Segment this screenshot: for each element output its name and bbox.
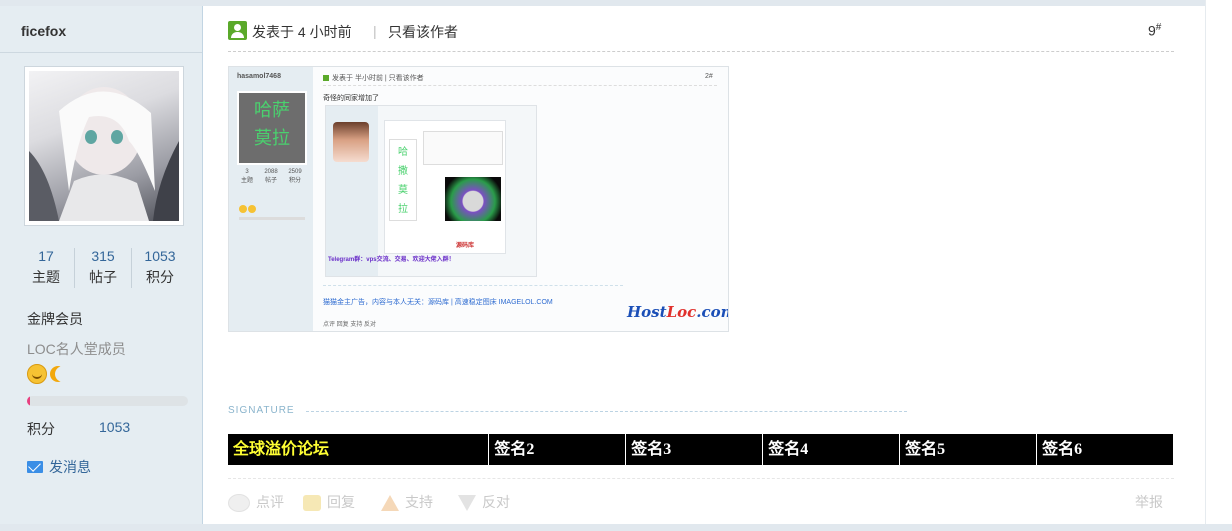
send-message-link[interactable]: 发消息 <box>27 457 91 477</box>
embedded-stat-label: 积分 <box>288 178 301 184</box>
embedded-nested-post: 哈 撒 莫 拉 Telegram群：vps交流、交易、欢迎大佬入群！ 源码库 <box>325 105 537 277</box>
reply-label: 回复 <box>327 494 355 510</box>
header-separator: | <box>373 23 377 39</box>
hostloc-watermark: HostLoc.com <box>627 303 728 321</box>
nested-highlight: 源码库 <box>456 243 475 249</box>
level-progress-fill <box>27 396 31 406</box>
signature-link-4[interactable]: 签名4 <box>762 434 899 465</box>
post-time: 发表于 4 小时前 <box>252 24 352 40</box>
nested-avatar-char: 拉 <box>398 204 408 215</box>
custom-title: LOC名人堂成员 <box>27 341 126 357</box>
embedded-stat-label: 帖子 <box>264 178 277 184</box>
oppose-button[interactable]: 反对 <box>458 492 510 512</box>
embedded-user-icon <box>323 75 329 81</box>
embedded-avatar-text-2: 莫拉 <box>254 128 290 149</box>
stat-posts-label: 帖子 <box>89 269 117 285</box>
level-progress-bar <box>27 396 188 406</box>
signature-bar: 全球溢价论坛 签名2 签名3 签名4 签名5 签名6 <box>228 434 1173 465</box>
user-rank[interactable]: 金牌会员 <box>27 309 83 329</box>
embedded-floor: 2# <box>705 73 713 80</box>
stat-threads-label: 主题 <box>32 269 60 285</box>
sidebar-divider <box>0 52 202 53</box>
nested-avatar <box>333 122 369 162</box>
signature-link-1[interactable]: 全球溢价论坛 <box>228 434 488 465</box>
comment-button[interactable]: 点评 <box>228 492 284 513</box>
nested-post-body: 哈 撒 莫 拉 <box>384 120 506 254</box>
stat-credits-value: 1053 <box>144 248 176 264</box>
support-button[interactable]: 支持 <box>381 492 433 512</box>
credits-label: 积分 <box>27 421 55 437</box>
nested-quote-box <box>423 131 503 165</box>
nested-sidebar <box>326 106 378 276</box>
brand-part: Host <box>627 303 667 321</box>
embedded-signature-line <box>323 285 623 286</box>
view-author-only-link[interactable]: 只看该作者 <box>388 22 458 42</box>
right-gutter <box>1205 0 1232 531</box>
user-stats: 17 主题 315 帖子 1053 积分 <box>18 246 190 294</box>
thumbs-down-icon <box>458 495 476 512</box>
envelope-icon <box>27 461 43 473</box>
comment-label: 点评 <box>256 494 284 510</box>
thumbs-up-icon <box>381 495 399 512</box>
actions-divider <box>228 478 1174 479</box>
stat-credits[interactable]: 1053 积分 <box>132 246 188 288</box>
embedded-post-text: 奇怪的同家增加了 <box>323 95 379 102</box>
moon-medal-icon[interactable] <box>55 366 71 382</box>
embedded-header: 发表于 半小时前 | 只看该作者 <box>323 73 424 83</box>
nested-avatar-char: 哈 <box>398 147 408 158</box>
signature-label: SIGNATURE <box>228 405 295 416</box>
smiley-medal-icon[interactable] <box>27 364 47 384</box>
floor-number[interactable]: 9# <box>1148 22 1161 39</box>
nested-avatar-char: 莫 <box>398 185 408 196</box>
signature-link-3[interactable]: 签名3 <box>625 434 762 465</box>
embedded-avatar-text-1: 哈萨 <box>254 100 290 121</box>
author-name[interactable]: ficefox <box>21 23 66 39</box>
brand-part: Loc <box>666 303 697 321</box>
embedded-username: hasamol7468 <box>237 73 281 80</box>
brand-part: .com <box>696 303 728 321</box>
support-label: 支持 <box>405 494 433 510</box>
post-screenshot-image[interactable]: hasamol7468 哈萨 莫拉 3 2088 2509 主题 帖子 积分 发表于 半… <box>228 66 729 332</box>
comment-icon <box>228 494 250 513</box>
reply-button[interactable]: 回复 <box>303 492 355 512</box>
embedded-stat-label: 主题 <box>240 178 253 184</box>
reply-icon <box>303 495 321 512</box>
embedded-medals <box>239 205 247 213</box>
avatar-image <box>29 71 179 221</box>
credits-value[interactable]: 1053 <box>99 419 130 435</box>
send-message-label: 发消息 <box>49 459 91 475</box>
stat-credits-label: 积分 <box>146 269 174 285</box>
embedded-header-text: 发表于 半小时前 | 只看该作者 <box>332 75 424 82</box>
signature-link-5[interactable]: 签名5 <box>899 434 1036 465</box>
embedded-progress <box>239 217 305 220</box>
author-sidebar: ficefox 17 主题 315 帖子 1053 积分 金牌会员 LOC名人堂… <box>0 6 203 524</box>
avatar[interactable] <box>24 66 184 226</box>
stat-posts-value: 315 <box>91 248 115 264</box>
medals <box>27 364 71 386</box>
header-divider <box>228 51 1174 52</box>
floor-mark: # <box>1155 22 1162 33</box>
signature-link-2[interactable]: 签名2 <box>488 434 625 465</box>
signature-link-6[interactable]: 签名6 <box>1036 434 1173 465</box>
stat-posts[interactable]: 315 帖子 <box>75 246 131 288</box>
signature-divider <box>306 411 907 412</box>
embedded-sidebar: hasamol7468 哈萨 莫拉 3 2088 2509 主题 帖子 积分 <box>229 67 313 331</box>
nested-cat-image <box>445 177 501 221</box>
stat-threads-value: 17 <box>38 248 54 264</box>
user-icon <box>228 21 247 40</box>
stat-threads[interactable]: 17 主题 <box>18 246 74 288</box>
bottom-border <box>0 524 1232 531</box>
floor-value: 9 <box>1148 22 1156 39</box>
embedded-divider <box>323 85 717 86</box>
embedded-avatar: 哈萨 莫拉 <box>237 91 307 165</box>
embedded-stats: 3 2088 2509 主题 帖子 积分 <box>235 169 309 184</box>
embedded-ad-line: 猫猫金主广告，内容与本人无关：源码库 | 高速稳定图床 IMAGELOL.COM <box>323 299 553 306</box>
nested-telegram-line: Telegram群：vps交流、交易、欢迎大佬入群！ <box>328 257 455 263</box>
nested-avatar-char: 撒 <box>398 166 408 177</box>
nested-green-avatar: 哈 撒 莫 拉 <box>389 139 417 221</box>
report-link[interactable]: 举报 <box>1135 492 1163 512</box>
embedded-actions: 点评 回复 支持 反对 <box>323 322 377 328</box>
oppose-label: 反对 <box>482 494 510 510</box>
